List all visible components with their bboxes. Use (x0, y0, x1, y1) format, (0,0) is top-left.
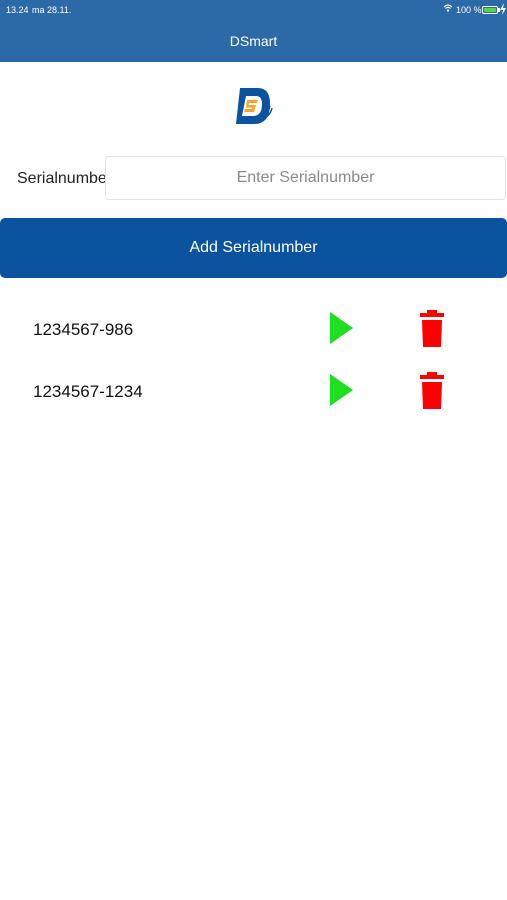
serial-list: 1234567-986 1234567-1234 (0, 298, 507, 422)
wifi-icon (443, 3, 453, 16)
status-bar: 13.24 ma 28.11. 100 % (0, 0, 507, 20)
battery-icon (482, 6, 498, 14)
dsmart-logo (234, 84, 274, 128)
list-item: 1234567-1234 (0, 360, 507, 422)
play-icon[interactable] (326, 310, 356, 346)
nav-bar: DSmart (0, 20, 507, 62)
serial-text: 1234567-986 (33, 320, 134, 339)
trash-icon[interactable] (418, 372, 446, 410)
status-date: ma 28.11. (32, 5, 72, 15)
serialnumber-label: Serialnumber (17, 170, 113, 187)
add-serialnumber-label: Add Serialnumber (189, 239, 318, 256)
play-icon[interactable] (326, 372, 356, 408)
trash-icon[interactable] (418, 310, 446, 348)
serial-text: 1234567-1234 (33, 382, 143, 401)
add-serialnumber-button[interactable]: Add Serialnumber (0, 218, 507, 278)
app-title: DSmart (229, 33, 278, 49)
status-time: 13.24 (6, 5, 29, 15)
serialnumber-input[interactable] (105, 156, 506, 200)
battery-percentage: 100 % (456, 5, 482, 15)
list-item: 1234567-986 (0, 298, 507, 360)
charging-icon (500, 3, 506, 17)
